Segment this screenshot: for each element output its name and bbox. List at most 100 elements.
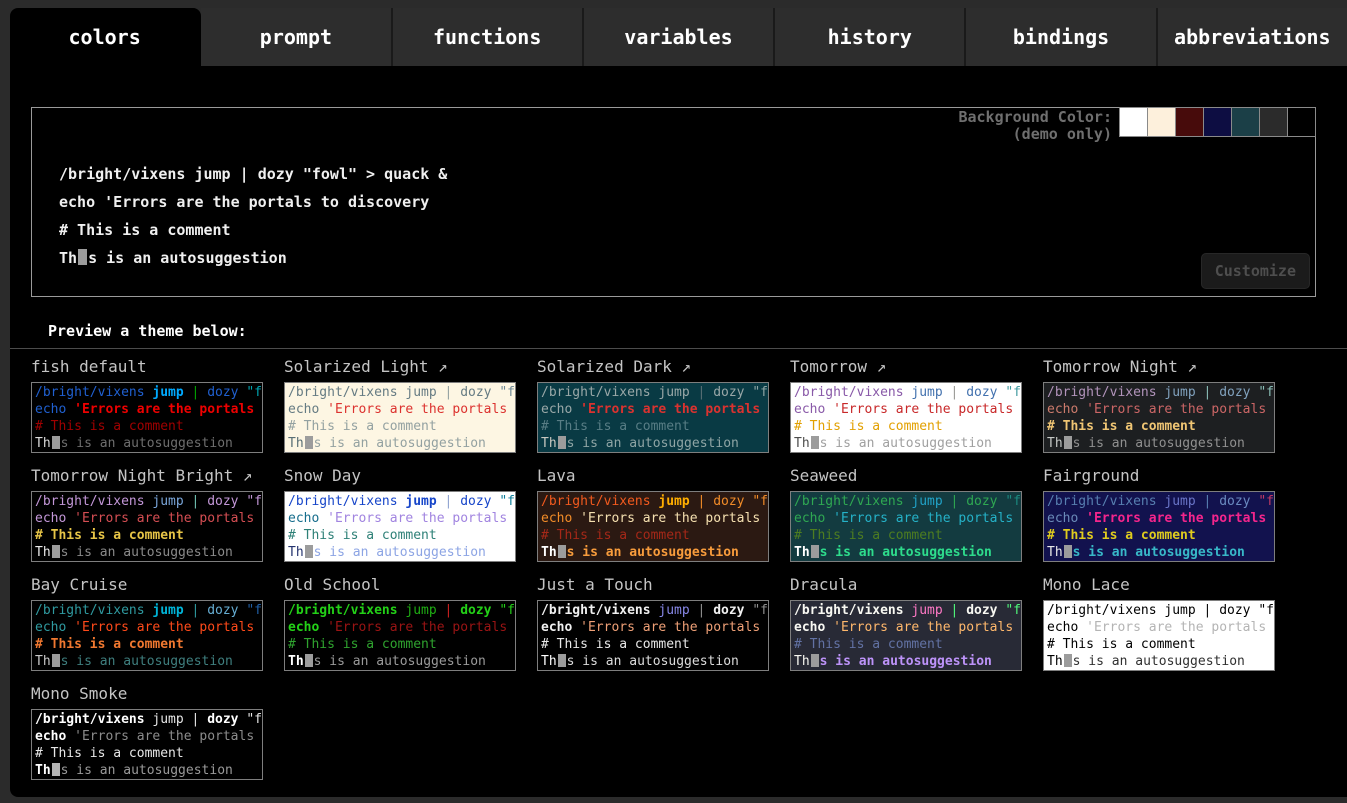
theme-title[interactable]: Tomorrow Night Bright ↗	[31, 466, 263, 491]
theme-comment-line: # This is a comment	[35, 745, 259, 762]
customize-button[interactable]: Customize	[1201, 253, 1310, 289]
theme-preview-box[interactable]: /bright/vixens jump | dozy "fowl" > quac…	[790, 491, 1022, 562]
theme-cursor	[811, 545, 819, 558]
theme-preview-box[interactable]: /bright/vixens jump | dozy "fowl" > quac…	[31, 600, 263, 671]
theme-cursor	[52, 545, 60, 558]
theme-card[interactable]: Snow Day/bright/vixens jump | dozy "fowl…	[284, 466, 516, 562]
theme-preview-box[interactable]: /bright/vixens jump | dozy "fowl" > quac…	[790, 600, 1022, 671]
theme-cursor	[305, 545, 313, 558]
theme-title[interactable]: Solarized Light ↗	[284, 357, 516, 382]
theme-title[interactable]: Dracula	[790, 575, 1022, 600]
theme-preview-box[interactable]: /bright/vixens jump | dozy "fowl" > quac…	[31, 491, 263, 562]
theme-autosuggestion-line: Ths is an autosuggestion	[288, 653, 512, 670]
theme-card[interactable]: Tomorrow ↗/bright/vixens jump | dozy "fo…	[790, 357, 1022, 453]
theme-preview-box[interactable]: /bright/vixens jump | dozy "fowl" > quac…	[284, 382, 516, 453]
background-color-label-line1: Background Color:	[958, 109, 1112, 126]
theme-card[interactable]: Mono Lace/bright/vixens jump | dozy "fow…	[1043, 575, 1275, 671]
theme-command-line: /bright/vixens jump | dozy "fowl" > quac…	[1047, 493, 1271, 510]
theme-title[interactable]: Tomorrow ↗	[790, 357, 1022, 382]
background-swatch-6[interactable]	[1287, 107, 1316, 137]
background-swatch-1[interactable]	[1147, 107, 1176, 137]
theme-card[interactable]: Lava/bright/vixens jump | dozy "fowl" > …	[537, 466, 769, 562]
theme-error-line: echo 'Errors are the portals to discover…	[1047, 401, 1271, 418]
theme-card[interactable]: Seaweed/bright/vixens jump | dozy "fowl"…	[790, 466, 1022, 562]
theme-comment-line: # This is a comment	[541, 527, 765, 544]
theme-card[interactable]: Dracula/bright/vixens jump | dozy "fowl"…	[790, 575, 1022, 671]
theme-title[interactable]: Fairground	[1043, 466, 1275, 491]
theme-cursor	[811, 654, 819, 667]
theme-error-line: echo 'Errors are the portals to discover…	[288, 401, 512, 418]
theme-preview-box[interactable]: /bright/vixens jump | dozy "fowl" > quac…	[537, 491, 769, 562]
theme-card[interactable]: Old School/bright/vixens jump | dozy "fo…	[284, 575, 516, 671]
theme-title[interactable]: Bay Cruise	[31, 575, 263, 600]
theme-card[interactable]: Mono Smoke/bright/vixens jump | dozy "fo…	[31, 684, 263, 780]
background-swatch-0[interactable]	[1119, 107, 1148, 137]
theme-title[interactable]: Mono Smoke	[31, 684, 263, 709]
theme-autosuggestion-line: Ths is an autosuggestion	[1047, 435, 1271, 452]
theme-title[interactable]: Seaweed	[790, 466, 1022, 491]
theme-preview-box[interactable]: /bright/vixens jump | dozy "fowl" > quac…	[284, 491, 516, 562]
theme-title[interactable]: Mono Lace	[1043, 575, 1275, 600]
theme-comment-line: # This is a comment	[794, 636, 1018, 653]
theme-card[interactable]: Solarized Dark ↗/bright/vixens jump | do…	[537, 357, 769, 453]
theme-card[interactable]: fish default/bright/vixens jump | dozy "…	[31, 357, 263, 453]
theme-card[interactable]: Tomorrow Night Bright ↗/bright/vixens ju…	[31, 466, 263, 562]
tab-prompt[interactable]: prompt	[201, 8, 392, 66]
theme-title[interactable]: fish default	[31, 357, 263, 382]
theme-error-line: echo 'Errors are the portals to discover…	[541, 510, 765, 527]
section-divider	[10, 348, 1347, 349]
theme-command-line: /bright/vixens jump | dozy "fowl" > quac…	[288, 493, 512, 510]
theme-preview-box[interactable]: /bright/vixens jump | dozy "fowl" > quac…	[537, 600, 769, 671]
theme-card[interactable]: Tomorrow Night ↗ /bright/vixens jump | do…	[1043, 357, 1275, 453]
theme-card[interactable]: Fairground/bright/vixens jump | dozy "fo…	[1043, 466, 1275, 562]
theme-cursor	[52, 654, 60, 667]
theme-title[interactable]: Solarized Dark ↗	[537, 357, 769, 382]
tab-history[interactable]: history	[775, 8, 966, 66]
tab-variables[interactable]: variables	[584, 8, 775, 66]
theme-card[interactable]: Just a Touch/bright/vixens jump | dozy "…	[537, 575, 769, 671]
theme-autosuggestion-line: Ths is an autosuggestion	[35, 653, 259, 670]
theme-command-line: /bright/vixens jump | dozy "fowl" > quac…	[1047, 384, 1271, 401]
theme-preview-box[interactable]: /bright/vixens jump | dozy "fowl" > quac…	[284, 600, 516, 671]
background-swatch-2[interactable]	[1175, 107, 1204, 137]
theme-card[interactable]: Solarized Light ↗/bright/vixens jump | d…	[284, 357, 516, 453]
tab-bar: colors prompt functions variables histor…	[10, 8, 1347, 66]
theme-cursor	[52, 436, 60, 449]
background-swatches	[1120, 107, 1316, 137]
tab-bindings[interactable]: bindings	[966, 8, 1157, 66]
tab-colors[interactable]: colors	[10, 8, 201, 66]
theme-cursor	[305, 436, 313, 449]
theme-title[interactable]: Tomorrow Night ↗	[1043, 357, 1275, 382]
theme-command-line: /bright/vixens jump | dozy "fowl" > quac…	[35, 384, 259, 401]
theme-preview-box[interactable]: /bright/vixens jump | dozy "fowl" > quac…	[31, 709, 263, 780]
theme-cursor	[811, 436, 819, 449]
tab-functions[interactable]: functions	[393, 8, 584, 66]
background-swatch-3[interactable]	[1203, 107, 1232, 137]
theme-cursor	[1064, 436, 1072, 449]
theme-title[interactable]: Just a Touch	[537, 575, 769, 600]
theme-autosuggestion-line: Ths is an autosuggestion	[1047, 653, 1271, 670]
theme-title[interactable]: Snow Day	[284, 466, 516, 491]
colors-panel: Background Color: (demo only) /bright/vi…	[10, 66, 1347, 797]
theme-comment-line: # This is a comment	[1047, 418, 1271, 435]
theme-preview-box[interactable]: /bright/vixens jump | dozy "fowl" > quac…	[790, 382, 1022, 453]
theme-preview-box[interactable]: /bright/vixens jump | dozy "fowl" > quac…	[1043, 491, 1275, 562]
theme-error-line: echo 'Errors are the portals to discover…	[541, 401, 765, 418]
theme-comment-line: # This is a comment	[1047, 527, 1271, 544]
theme-preview-box[interactable]: /bright/vixens jump | dozy "fowl" > quac…	[1043, 382, 1275, 453]
theme-preview-box[interactable]: /bright/vixens jump | dozy "fowl" > quac…	[1043, 600, 1275, 671]
theme-command-line: /bright/vixens jump | dozy "fowl" > quac…	[288, 602, 512, 619]
theme-comment-line: # This is a comment	[288, 636, 512, 653]
theme-title[interactable]: Lava	[537, 466, 769, 491]
theme-error-line: echo 'Errors are the portals to discover…	[288, 619, 512, 636]
theme-error-line: echo 'Errors are the portals to discover…	[35, 728, 259, 745]
theme-card[interactable]: Bay Cruise/bright/vixens jump | dozy "fo…	[31, 575, 263, 671]
background-swatch-5[interactable]	[1259, 107, 1288, 137]
background-swatch-4[interactable]	[1231, 107, 1260, 137]
theme-preview-box[interactable]: /bright/vixens jump | dozy "fowl" > quac…	[31, 382, 263, 453]
tab-abbreviations[interactable]: abbreviations	[1158, 8, 1347, 66]
theme-title[interactable]: Old School	[284, 575, 516, 600]
theme-cursor	[1064, 654, 1072, 667]
theme-autosuggestion-line: Ths is an autosuggestion	[541, 653, 765, 670]
theme-preview-box[interactable]: /bright/vixens jump | dozy "fowl" > quac…	[537, 382, 769, 453]
